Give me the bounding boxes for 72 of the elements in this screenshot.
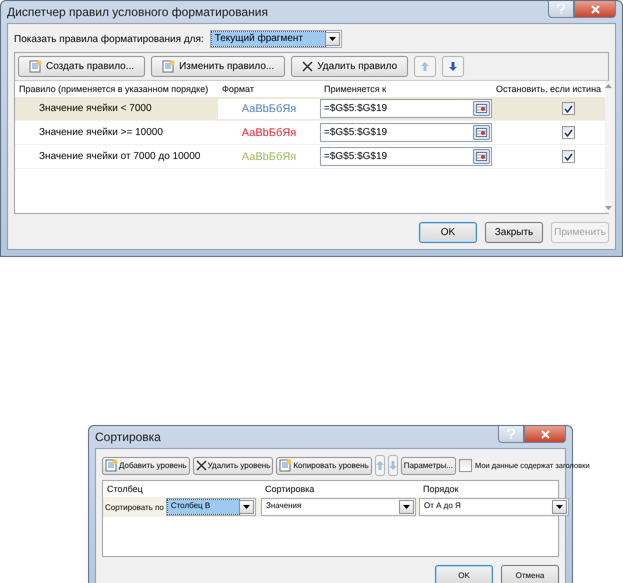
check-icon: [564, 152, 574, 160]
add-level-icon: [105, 459, 118, 472]
caret-icon: [242, 505, 250, 509]
help-icon: [557, 4, 565, 14]
dialog-button[interactable]: Закрыть: [485, 222, 543, 243]
column-header: Правило (применяется в указанном порядке): [18, 83, 210, 96]
toolbar-button[interactable]: Удалить уровень: [192, 456, 274, 474]
copy-level-icon: [279, 459, 292, 472]
close-icon: [540, 430, 550, 438]
rule-text: Значение ячейки < 7000: [39, 103, 152, 114]
order-dropdown[interactable]: От А до Я: [419, 498, 569, 516]
dialog-button[interactable]: Отмена: [501, 565, 559, 583]
column-header: Применяется к: [323, 83, 388, 96]
delete-icon: [196, 460, 207, 471]
close-icon: [590, 4, 600, 14]
rule-text: Значение ячейки >= 10000: [39, 127, 163, 138]
down-arrow-icon: [449, 62, 458, 71]
scrollbar[interactable]: [605, 81, 612, 213]
caret-icon: [328, 37, 336, 41]
toolbar-button[interactable]: Копировать уровень: [276, 456, 372, 474]
range-select-icon: [476, 152, 487, 161]
headers-checkbox[interactable]: [459, 459, 472, 472]
caret-icon: [403, 505, 410, 509]
rule-row[interactable]: Значение ячейки < 7000 АаВbБбЯя =$G$5:$G$19: [15, 97, 606, 121]
rule-row[interactable]: Значение ячейки от 7000 до 10000 АаВbБбЯя =$G$5:$G$19: [15, 145, 606, 169]
column-header: Столбец: [106, 483, 144, 496]
column-header: Формат: [221, 83, 255, 96]
stop-checkbox[interactable]: [562, 126, 576, 139]
help-button[interactable]: [548, 1, 574, 18]
sort-on-dropdown[interactable]: Значения: [261, 498, 416, 516]
column-header: Остановить, если истина: [495, 83, 602, 96]
up-arrow-icon: [376, 461, 384, 470]
toolbar-button[interactable]: Изменить правило...: [151, 56, 286, 77]
range-select-icon: [476, 128, 487, 137]
column-dropdown[interactable]: Столбец B: [166, 498, 256, 516]
stop-checkbox[interactable]: [562, 150, 576, 163]
dialog-button[interactable]: OK: [435, 565, 493, 583]
scroll-down-icon[interactable]: [605, 206, 612, 210]
toolbar-button[interactable]: Создать правило...: [18, 56, 146, 77]
move-down-button[interactable]: [442, 56, 464, 77]
stop-checkbox[interactable]: [562, 102, 576, 115]
down-arrow-icon: [388, 461, 397, 470]
toolbar-button[interactable]: Удалить правило: [291, 56, 408, 77]
format-preview: АаВbБбЯя: [240, 126, 298, 140]
close-button[interactable]: [524, 426, 566, 443]
rule-text: Значение ячейки от 7000 до 10000: [39, 151, 200, 162]
check-icon: [564, 128, 574, 136]
range-field[interactable]: =$G$5:$G$19: [320, 123, 492, 142]
close-button[interactable]: [574, 1, 616, 18]
format-preview: АаВbБбЯя: [240, 150, 298, 164]
up-arrow-icon: [421, 62, 430, 71]
caret-icon: [556, 505, 563, 509]
field-label: Показать правила форматирования для:: [14, 34, 204, 44]
scroll-up-icon[interactable]: [605, 84, 612, 88]
range-field[interactable]: =$G$5:$G$19: [320, 99, 492, 118]
dialog-button[interactable]: OK: [419, 222, 477, 243]
column-header: Порядок: [422, 483, 460, 496]
range-field[interactable]: =$G$5:$G$19: [320, 147, 492, 166]
range-select-icon: [476, 104, 487, 113]
row-label: Сортировать по: [105, 502, 164, 512]
scope-dropdown[interactable]: Текущий фрагмент: [210, 30, 342, 48]
column-header: Сортировка: [264, 483, 316, 496]
window-title: Диспетчер правил условного форматирования: [7, 5, 268, 19]
check-icon: [564, 104, 574, 112]
format-preview: АаВbБбЯя: [218, 98, 320, 118]
rule-row[interactable]: Значение ячейки >= 10000 АаВbБбЯя =$G$5:$G$19: [15, 121, 606, 145]
options-button[interactable]: Параметры...: [400, 456, 456, 474]
help-icon: [507, 429, 515, 439]
window-title: Сортировка: [95, 430, 161, 444]
toolbar-button[interactable]: Добавить уровень: [102, 456, 190, 474]
help-button[interactable]: [498, 426, 524, 443]
delete-icon: [302, 61, 314, 72]
